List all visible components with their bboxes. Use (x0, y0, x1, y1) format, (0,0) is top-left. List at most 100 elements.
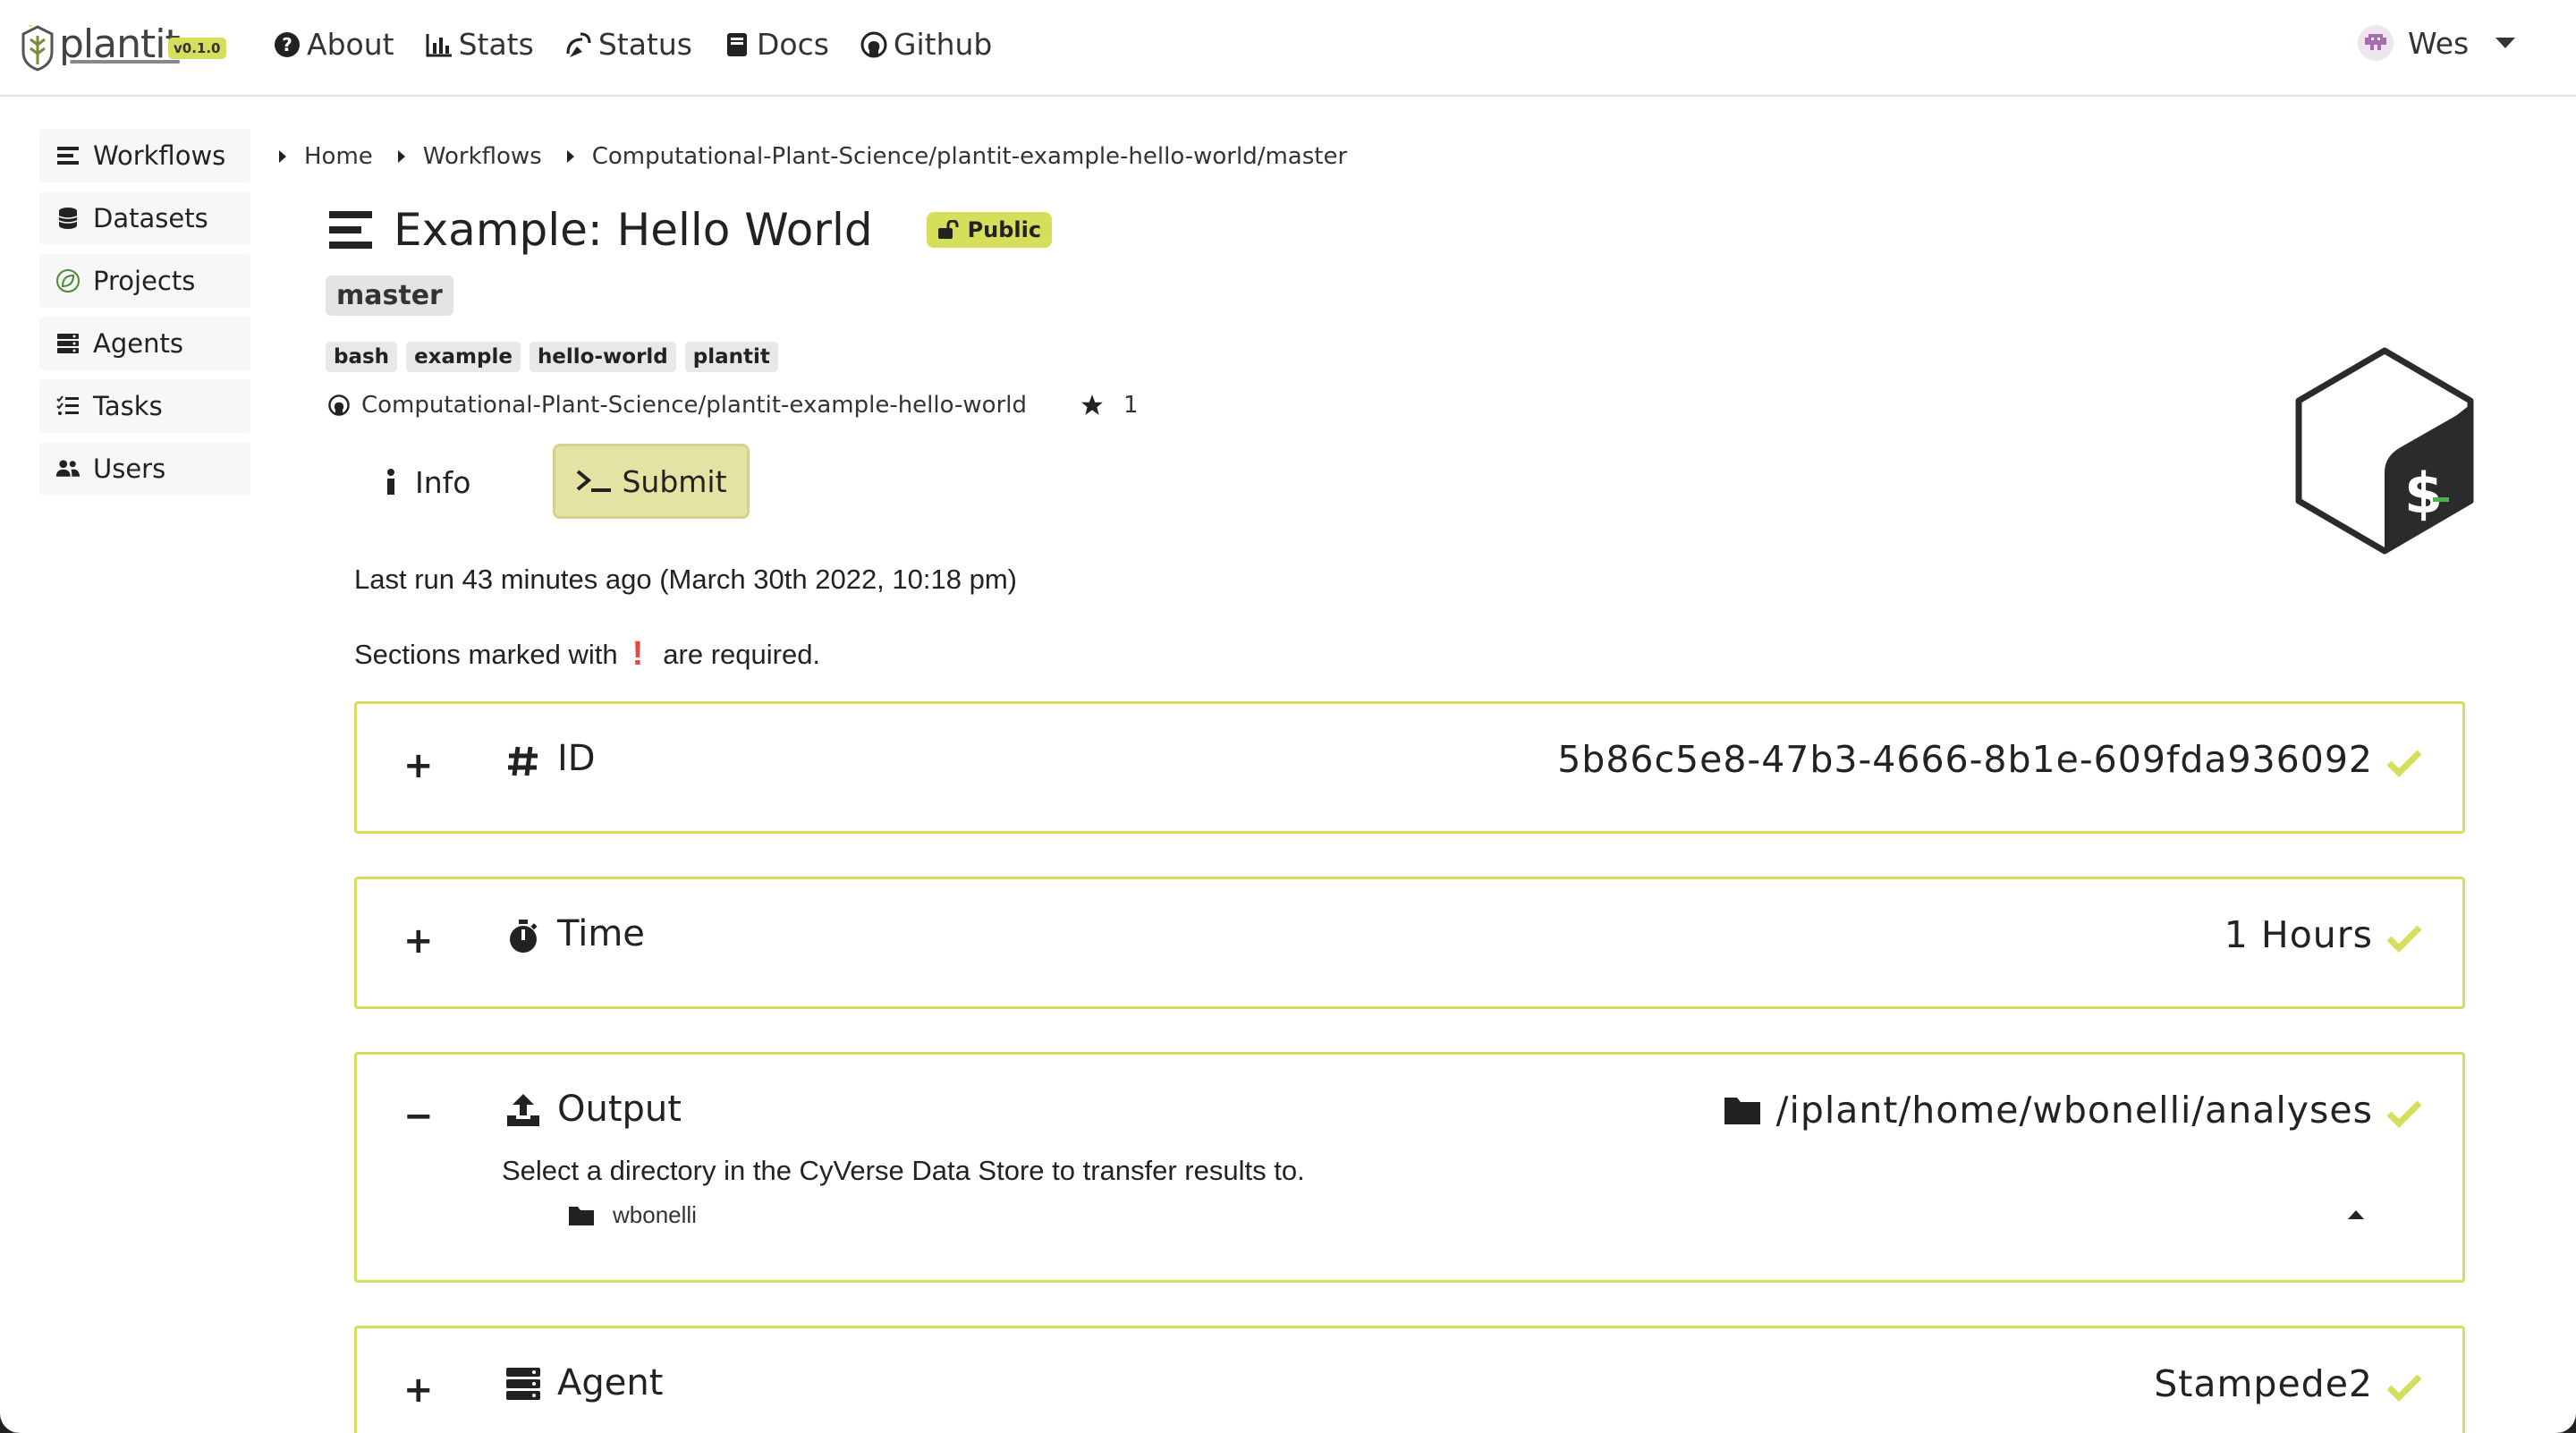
sidebar-item-label: Agents (93, 328, 183, 359)
tag-list: bash example hello-world plantit (326, 342, 778, 372)
caret-right-icon (397, 150, 405, 163)
required-note: Sections marked with ! are required. (354, 635, 820, 674)
sidebar-item-datasets[interactable]: Datasets (39, 191, 250, 245)
caret-right-icon (566, 150, 574, 163)
section-label: Agent (557, 1362, 664, 1403)
hashtag-icon (508, 746, 538, 776)
sidebar-item-agents[interactable]: Agents (39, 317, 250, 370)
satellite-dish-icon (566, 32, 591, 57)
sidebar-item-label: Tasks (93, 391, 163, 421)
section-value: 5b86c5e8-47b3-4666-8b1e-609fda936092 (1557, 738, 2373, 781)
user-menu[interactable]: Wes (2358, 25, 2516, 61)
star-count: 1 (1080, 392, 1139, 419)
section-label: ID (557, 738, 596, 779)
database-icon (58, 208, 78, 229)
directory-name: wbonelli (613, 1201, 697, 1228)
section-description: Select a directory in the CyVerse Data S… (502, 1155, 1305, 1186)
tag: plantit (684, 342, 778, 372)
breadcrumb-current[interactable]: Computational-Plant-Science/plantit-exam… (566, 143, 1348, 170)
nav-stats-label: Stats (458, 27, 534, 62)
exclamation-icon: ! (631, 635, 644, 673)
svg-text:$: $ (2404, 461, 2443, 526)
check-icon (2386, 750, 2422, 777)
breadcrumb: Home Workflows Computational-Plant-Scien… (279, 143, 1372, 170)
section-value-text: Stampede2 (2154, 1362, 2373, 1405)
check-icon (2386, 1374, 2422, 1402)
nav-status-link[interactable]: Status (564, 27, 692, 62)
bash-logo: $ (2295, 347, 2474, 555)
server-icon (506, 1368, 540, 1400)
unlock-icon (937, 220, 959, 239)
plantit-logo[interactable]: plantit v0.1.0 (20, 18, 226, 75)
list-icon (329, 211, 372, 249)
section-time: + Time 1 Hours (354, 877, 2465, 1009)
sidebar-item-label: Projects (93, 266, 196, 296)
section-value: Stampede2 (2154, 1362, 2373, 1405)
sidebar-item-workflows[interactable]: Workflows (39, 129, 250, 182)
expand-toggle[interactable]: + (403, 1369, 434, 1411)
tag: hello-world (529, 342, 676, 372)
check-icon (2386, 925, 2422, 953)
chevron-down-icon (2496, 38, 2516, 48)
caret-right-icon (279, 150, 286, 163)
nav-about-link[interactable]: ? About (273, 27, 394, 62)
chart-bar-icon (426, 33, 452, 56)
caret-up-icon[interactable] (2348, 1210, 2364, 1219)
sidebar: Workflows Datasets Projects Agents Tasks… (39, 129, 250, 496)
list-icon (57, 147, 79, 165)
sidebar-item-tasks[interactable]: Tasks (39, 379, 250, 433)
expand-toggle[interactable]: + (403, 920, 434, 962)
tab-info[interactable]: Info (358, 445, 492, 519)
section-value: /iplant/home/wbonelli/analyses (1723, 1089, 2373, 1132)
logo-wordmark: plantit (59, 21, 181, 67)
required-note-suffix: are required. (663, 638, 821, 670)
github-icon (860, 31, 887, 57)
section-label: Time (557, 913, 645, 954)
directory-tree-item[interactable]: wbonelli (568, 1201, 697, 1229)
tag: bash (326, 342, 398, 372)
sidebar-item-label: Users (93, 454, 166, 484)
users-icon (55, 460, 80, 477)
sidebar-item-projects[interactable]: Projects (39, 254, 250, 308)
collapse-toggle[interactable]: − (403, 1096, 434, 1137)
top-navbar: plantit v0.1.0 ? About Stats Status Docs (0, 0, 2576, 97)
folder-icon (569, 1206, 594, 1225)
leaf-logo-icon (21, 25, 54, 72)
user-name: Wes (2408, 25, 2470, 61)
tab-submit[interactable]: Submit (553, 444, 750, 519)
breadcrumb-label: Home (304, 143, 373, 170)
sidebar-item-users[interactable]: Users (39, 442, 250, 496)
required-note-prefix: Sections marked with (354, 638, 618, 670)
github-icon (328, 394, 350, 416)
section-label: Output (557, 1089, 682, 1130)
version-badge: v0.1.0 (168, 38, 226, 59)
breadcrumb-label: Computational-Plant-Science/plantit-exam… (591, 143, 1348, 170)
star-icon (1081, 394, 1103, 415)
folder-icon (1724, 1098, 1760, 1124)
breadcrumb-home[interactable]: Home (279, 143, 373, 170)
nav-docs-label: Docs (756, 27, 829, 62)
expand-toggle[interactable]: + (403, 745, 434, 786)
check-icon (2386, 1100, 2422, 1128)
nav-docs-link[interactable]: Docs (723, 27, 829, 62)
stopwatch-icon (510, 920, 538, 953)
nav-links: ? About Stats Status Docs Github (273, 27, 992, 62)
repo-link[interactable]: Computational-Plant-Science/plantit-exam… (361, 392, 1027, 419)
info-icon (387, 469, 394, 495)
nav-about-label: About (307, 27, 394, 62)
section-value-text: 1 Hours (2224, 913, 2373, 956)
nav-github-link[interactable]: Github (860, 27, 992, 62)
workflow-header: Example: Hello World Public (327, 204, 1053, 256)
svg-text:?: ? (282, 34, 292, 55)
nav-status-label: Status (597, 27, 692, 62)
nav-github-label: Github (893, 27, 993, 62)
visibility-label: Public (967, 217, 1042, 242)
visibility-badge: Public (926, 212, 1053, 248)
section-id: + ID 5b86c5e8-47b3-4666-8b1e-609fda93609… (354, 701, 2465, 834)
breadcrumb-label: Workflows (422, 143, 542, 170)
tab-info-label: Info (415, 464, 471, 500)
nav-stats-link[interactable]: Stats (425, 27, 534, 62)
section-agent: + Agent Stampede2 (354, 1326, 2465, 1433)
breadcrumb-workflows[interactable]: Workflows (397, 143, 542, 170)
server-icon (57, 334, 79, 353)
